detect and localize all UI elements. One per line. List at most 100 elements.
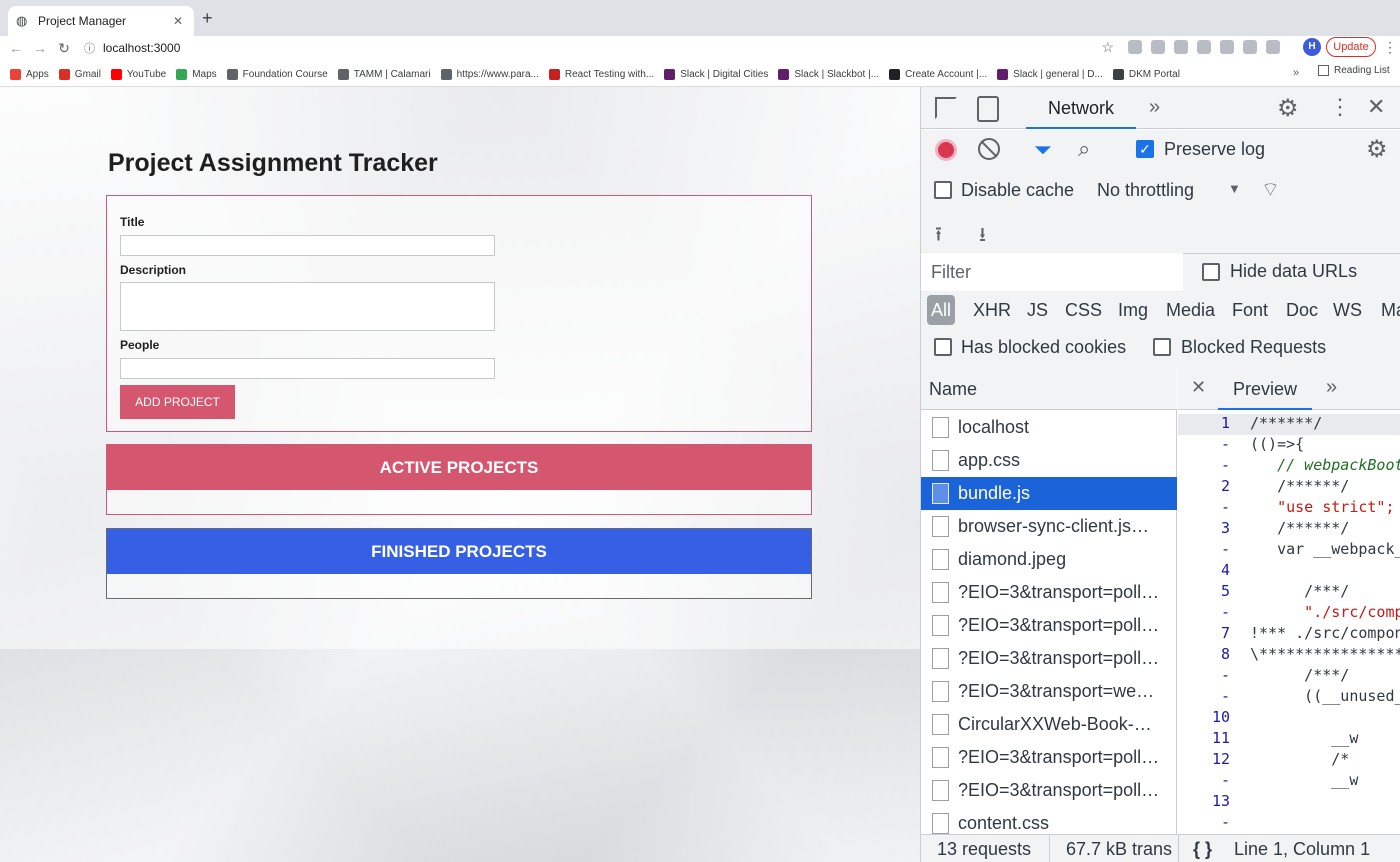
code-line: - "./src/components <box>1178 603 1400 624</box>
bookmark-item[interactable]: Foundation Course <box>226 68 328 80</box>
disable-cache-checkbox[interactable] <box>934 181 952 199</box>
has-blocked-cookies-checkbox[interactable] <box>934 338 952 356</box>
back-icon[interactable]: ← <box>4 40 28 56</box>
bookmark-star-icon[interactable]: ☆ <box>1101 39 1114 56</box>
bookmarks-overflow-icon[interactable]: » <box>1293 67 1299 79</box>
code-line: 5 /***/ <box>1178 582 1400 603</box>
update-button[interactable]: Update <box>1326 37 1376 57</box>
filter-input[interactable]: Filter <box>921 253 1183 291</box>
filter-funnel-icon[interactable]: ⏷ <box>1034 137 1052 163</box>
reload-icon[interactable]: ↻ <box>52 40 76 57</box>
chevron-down-icon[interactable]: ▼ <box>1228 181 1241 196</box>
close-tab-icon[interactable]: ✕ <box>170 14 186 28</box>
clear-icon[interactable] <box>978 138 1000 160</box>
close-devtools-icon[interactable]: ✕ <box>1367 94 1385 120</box>
bookmark-item[interactable]: Slack | Digital Cities <box>664 68 768 80</box>
type-filter-ws[interactable]: WS <box>1333 295 1362 325</box>
requests-count: 13 requests <box>937 839 1032 859</box>
throttling-select[interactable]: No throttling <box>1097 180 1194 201</box>
bookmark-item[interactable]: React Testing with... <box>548 68 654 80</box>
bookmark-item[interactable]: Apps <box>10 68 49 80</box>
bookmark-label: Apps <box>26 68 49 80</box>
tab-network[interactable]: Network <box>1026 87 1136 129</box>
export-har-icon[interactable]: ⭳ <box>979 220 986 254</box>
request-row[interactable]: bundle.js <box>921 477 1177 510</box>
bookmark-item[interactable]: Slack | general | D... <box>997 68 1103 80</box>
device-toolbar-icon[interactable] <box>977 96 999 122</box>
request-row[interactable]: ?EIO=3&transport=poll… <box>921 774 1177 807</box>
reading-list-icon <box>1318 65 1329 76</box>
bookmark-item[interactable]: Gmail <box>58 68 101 80</box>
type-filter-css[interactable]: CSS <box>1065 295 1102 325</box>
extension-icon[interactable] <box>1197 40 1211 54</box>
bookmark-item[interactable]: YouTube <box>110 68 166 80</box>
inspect-element-icon[interactable] <box>935 97 957 119</box>
new-tab-button[interactable]: + <box>202 9 213 27</box>
puzzle-icon[interactable] <box>1243 40 1257 54</box>
address-bar[interactable]: ⓘ localhost:3000 ☆ <box>84 36 1124 60</box>
type-filter-media[interactable]: Media <box>1166 295 1215 325</box>
browser-menu-icon[interactable]: ⋮ <box>1383 39 1397 56</box>
request-row[interactable]: localhost <box>921 411 1177 444</box>
forward-icon[interactable]: → <box>28 40 52 56</box>
hide-data-urls-label: Hide data URLs <box>1230 261 1358 281</box>
close-preview-icon[interactable]: ✕ <box>1191 377 1206 398</box>
preserve-log-checkbox[interactable]: ✓ <box>1136 140 1154 158</box>
extension-icon[interactable] <box>1220 40 1234 54</box>
request-row[interactable]: ?EIO=3&transport=poll… <box>921 576 1177 609</box>
type-filter-all[interactable]: All <box>927 295 956 325</box>
blocked-requests-checkbox[interactable] <box>1153 338 1171 356</box>
more-tabs-icon[interactable]: » <box>1326 376 1337 399</box>
web-page: Project Assignment Tracker Title Descrip… <box>0 87 920 862</box>
bookmark-item[interactable]: Slack | Slackbot |... <box>778 68 880 80</box>
extension-icon[interactable] <box>1151 40 1165 54</box>
title-input[interactable] <box>120 235 495 256</box>
disable-cache-label: Disable cache <box>961 180 1075 200</box>
bookmark-item[interactable]: Maps <box>176 68 217 80</box>
description-textarea[interactable] <box>120 282 495 331</box>
bookmark-label: Slack | general | D... <box>1013 68 1103 80</box>
customize-menu-icon[interactable]: ⋮ <box>1329 94 1351 120</box>
people-input[interactable] <box>120 358 495 379</box>
extension-icon[interactable] <box>1174 40 1188 54</box>
type-filter-font[interactable]: Font <box>1232 295 1268 325</box>
type-filter-manifest[interactable]: Ma <box>1381 295 1400 325</box>
info-icon[interactable]: ⓘ <box>84 40 95 56</box>
file-icon <box>932 714 949 735</box>
search-icon[interactable]: ⌕ <box>1078 136 1090 162</box>
type-filter-xhr[interactable]: XHR <box>973 295 1011 325</box>
more-tabs-icon[interactable]: » <box>1149 96 1160 119</box>
type-filter-js[interactable]: JS <box>1027 295 1048 325</box>
request-row[interactable]: app.css <box>921 444 1177 477</box>
bookmark-item[interactable]: DKM Portal <box>1112 68 1180 80</box>
network-conditions-icon[interactable]: ⌔ <box>1261 177 1280 202</box>
profile-avatar[interactable]: H <box>1303 38 1321 56</box>
code-text: var __webpack_modules__ <box>1277 540 1400 558</box>
tab-preview[interactable]: Preview <box>1218 368 1312 410</box>
request-row[interactable]: CircularXXWeb-Book-… <box>921 708 1177 741</box>
bookmark-item[interactable]: https://www.para... <box>440 68 539 80</box>
pretty-print-icon[interactable]: { } <box>1193 839 1212 860</box>
bookmark-label: Slack | Slackbot |... <box>794 68 880 80</box>
settings-gear-icon[interactable]: ⚙ <box>1277 94 1299 123</box>
bookmark-item[interactable]: Create Account |... <box>889 68 987 80</box>
type-filter-img[interactable]: Img <box>1118 295 1148 325</box>
type-filter-doc[interactable]: Doc <box>1286 295 1318 325</box>
reading-mode-icon[interactable] <box>1266 40 1280 54</box>
request-row[interactable]: diamond.jpeg <box>921 543 1177 576</box>
reading-list-button[interactable]: Reading List <box>1318 65 1390 76</box>
record-icon[interactable] <box>935 139 957 161</box>
add-project-button[interactable]: ADD PROJECT <box>120 385 235 419</box>
browser-tab[interactable]: ◍ Project Manager ✕ <box>8 6 194 36</box>
request-row[interactable]: ?EIO=3&transport=poll… <box>921 609 1177 642</box>
name-column-header[interactable]: Name <box>921 368 1177 410</box>
extension-icon[interactable] <box>1128 40 1142 54</box>
network-settings-icon[interactable]: ⚙ <box>1366 135 1388 164</box>
hide-data-urls-checkbox[interactable] <box>1202 263 1220 281</box>
request-row[interactable]: ?EIO=3&transport=poll… <box>921 642 1177 675</box>
import-har-icon[interactable]: ⭱ <box>935 220 942 254</box>
request-row[interactable]: ?EIO=3&transport=we… <box>921 675 1177 708</box>
request-row[interactable]: ?EIO=3&transport=poll… <box>921 741 1177 774</box>
request-row[interactable]: browser-sync-client.js… <box>921 510 1177 543</box>
bookmark-item[interactable]: TAMM | Calamari <box>337 68 431 80</box>
